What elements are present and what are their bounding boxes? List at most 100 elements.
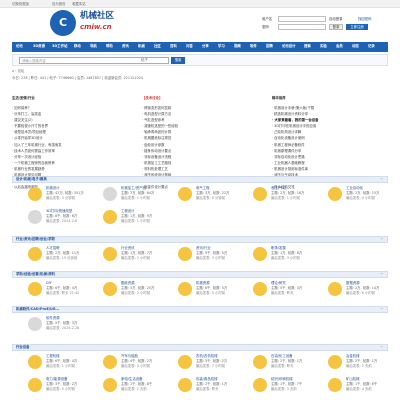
nav-item[interactable]: 3D工作站 <box>52 44 67 48</box>
forum-item[interactable]: 数据资源 主题: 2万, 帖数: 14万 最后发表: 6 小时前 <box>328 281 388 305</box>
forum-name[interactable]: 工业自动化 <box>346 186 363 190</box>
forum-last-post[interactable]: 最后发表: 昨天 <box>271 364 294 368</box>
site-logo[interactable]: C 机械社区 cmiw.cn <box>50 10 120 40</box>
forum-name[interactable]: 液压/气动 <box>271 186 286 190</box>
forum-name[interactable]: 职场/发展 <box>271 246 286 250</box>
username-input[interactable] <box>278 16 326 22</box>
nav-item[interactable]: 实验 <box>320 44 327 48</box>
forum-last-post[interactable]: 最后发表: 2 小时前 <box>121 291 150 295</box>
forum-name[interactable]: 数据资源 <box>346 281 360 285</box>
collapse-icon[interactable]: − <box>380 345 383 350</box>
nav-item[interactable]: 机械 <box>138 44 145 48</box>
forum-name[interactable]: 机械加工/资产品 <box>121 186 146 190</box>
forum-last-post[interactable]: 最后发表: 3 小时前 <box>121 364 150 368</box>
nav-item[interactable]: 记录 <box>368 44 375 48</box>
section-header[interactable]: 设计/机械/电子/模具 − <box>12 176 388 183</box>
register-button[interactable]: 立即注册 <box>346 24 368 30</box>
forum-name[interactable]: 矿山机械 <box>346 377 360 381</box>
nav-item[interactable]: 论坛设计 <box>282 44 296 48</box>
forum-item[interactable]: 矿山机械 主题: 1千, 帖数: 6千 最后发表: 4 天前 <box>328 377 388 397</box>
forum-name[interactable]: 3D打印/快速成型 <box>46 209 72 213</box>
collapse-icon[interactable]: − <box>380 272 383 277</box>
forum-last-post[interactable]: 最后发表: 5 小时前 <box>196 291 225 295</box>
collapse-icon[interactable]: − <box>380 237 383 242</box>
forum-last-post[interactable]: 最后发表: 7 小时前 <box>196 364 225 368</box>
nav-item[interactable]: 社区 <box>154 44 161 48</box>
forum-name[interactable]: 汽车与船舶 <box>121 354 138 358</box>
nav-item[interactable]: 学习 <box>218 44 225 48</box>
nav-item[interactable]: 资讯 <box>122 44 129 48</box>
login-button[interactable]: 登录 <box>329 24 343 30</box>
forum-last-post[interactable]: 最后发表: 4 天前 <box>346 387 372 391</box>
forum-name[interactable]: 机械资源 <box>196 281 210 285</box>
forum-last-post[interactable]: 最后发表: 1 小时前 <box>121 219 150 223</box>
forum-name[interactable]: DIY <box>46 281 52 285</box>
forum-last-post[interactable]: 最后发表: 2024-2-28 <box>46 326 79 330</box>
forum-last-post[interactable]: 最后发表: 3 分钟前 <box>46 196 75 200</box>
forum-item[interactable]: 软件资源 主题: 5千, 帖数: 3万 最后发表: 2024-2-28 <box>28 316 118 340</box>
forum-last-post[interactable]: 最后发表: 昨天 <box>196 387 219 391</box>
collapse-icon[interactable]: − <box>380 307 383 312</box>
section-header[interactable]: 求助/经验/创意/机械/资料 − <box>12 271 388 278</box>
nav-item[interactable]: 招聘 <box>266 44 273 48</box>
forum-last-post[interactable]: 最后发表: 5 小时前 <box>46 387 75 391</box>
forum-name[interactable]: 电气工程 <box>196 186 210 190</box>
forum-name[interactable]: 工程机械 <box>46 354 60 358</box>
forum-last-post[interactable]: 最后发表: 1 小时前 <box>271 196 300 200</box>
nav-item[interactable]: 帮助 <box>106 44 113 48</box>
nav-item[interactable]: 视频 <box>234 44 241 48</box>
forum-last-post[interactable]: 最后发表: 2024-2-6 <box>46 219 77 223</box>
nav-item[interactable]: 搜索 <box>304 44 311 48</box>
forum-name[interactable]: 图纸资源 <box>121 281 135 285</box>
forum-last-post[interactable]: 最后发表: 1 小时前 <box>121 196 150 200</box>
forum-item[interactable]: 工业自动化 主题: 2万, 帖数: 15万 最后发表: 4 小时前 <box>328 186 388 210</box>
forum-name[interactable]: 电力/能源设备 <box>46 377 68 381</box>
nav-item[interactable]: 导航 <box>90 44 97 48</box>
forum-last-post[interactable]: 最后发表: 2 天前 <box>346 364 372 368</box>
forum-name[interactable]: 包装/食品机械 <box>196 377 218 381</box>
forum-last-post[interactable]: 最后发表: 1 小时前 <box>46 364 75 368</box>
section-header[interactable]: 行业/资讯/招聘/创业/求职 − <box>12 236 388 243</box>
forum-name[interactable]: 资讯/行业 <box>196 246 211 250</box>
nav-item[interactable]: 论坛 <box>16 44 23 48</box>
remember-label[interactable]: 自动登录 <box>329 17 343 21</box>
nav-item[interactable]: 会员 <box>336 44 343 48</box>
forum-last-post[interactable]: 最后发表: 6 小时前 <box>346 291 375 295</box>
search-scope-select[interactable]: 帖子 <box>141 58 148 62</box>
forum-last-post[interactable]: 最后发表: 3 天前 <box>271 387 297 391</box>
forum-name[interactable]: 冶金机械 <box>346 354 360 358</box>
forum-item[interactable]: 工程设计 主题: 1万, 帖数: 9万 最后发表: 1 小时前 <box>103 209 193 233</box>
nav-item[interactable]: 3D资源 <box>33 44 45 48</box>
forum-name[interactable]: 人才招聘 <box>46 246 60 250</box>
nav-item[interactable]: 分享 <box>202 44 209 48</box>
forum-item[interactable]: 职场/发展 主题: 1万, 帖数: 8万 最后发表: 3 小时前 <box>253 246 343 270</box>
forum-last-post[interactable]: 最后发表: 2 天前 <box>121 387 147 391</box>
forgot-password-link[interactable]: 找回密码 <box>358 17 372 21</box>
bookmark-link[interactable]: 收藏本站 <box>72 2 86 6</box>
forum-name[interactable]: 家电/生活设备 <box>121 377 143 381</box>
forum-name[interactable]: 机械设计 <box>46 186 60 190</box>
search-button[interactable]: 搜索 <box>171 57 185 64</box>
forum-name[interactable]: 纺织/印刷机械 <box>271 377 293 381</box>
nav-item[interactable]: 动态 <box>352 44 359 48</box>
section-header[interactable]: 机械软件/CAD/ProE/UG... − <box>12 306 388 313</box>
forum-last-post[interactable]: 最后发表: 4 小时前 <box>346 196 375 200</box>
forum-last-post[interactable]: 最后发表: 2 小时前 <box>121 256 150 260</box>
forum-item[interactable]: 冶金机械 主题: 2千, 帖数: 1万 最后发表: 2 天前 <box>328 354 388 378</box>
collapse-icon[interactable]: − <box>380 177 383 182</box>
forum-last-post[interactable]: 最后发表: 3 小时前 <box>271 256 300 260</box>
forum-last-post[interactable]: 最后发表: 昨天 <box>271 291 294 295</box>
breadcrumb-current[interactable]: 论坛 <box>18 69 25 73</box>
nav-item[interactable]: 移动 <box>74 44 81 48</box>
forum-name[interactable]: 工程设计 <box>121 209 135 213</box>
section-header[interactable]: 行业设备 − <box>12 344 388 351</box>
password-input[interactable] <box>278 24 326 30</box>
forum-name[interactable]: 理论/研究 <box>271 281 286 285</box>
set-homepage-link[interactable]: 设为首页 <box>52 2 66 6</box>
forum-name[interactable]: 农机/农机机械 <box>196 354 218 358</box>
forum-name[interactable]: 行业资讯 <box>121 246 135 250</box>
forum-last-post[interactable]: 最后发表: 3 小时前 <box>196 256 225 260</box>
nav-item[interactable]: 软件 <box>250 44 257 48</box>
home-icon[interactable]: ⌂ <box>12 69 14 73</box>
nav-item[interactable]: 问答 <box>186 44 193 48</box>
